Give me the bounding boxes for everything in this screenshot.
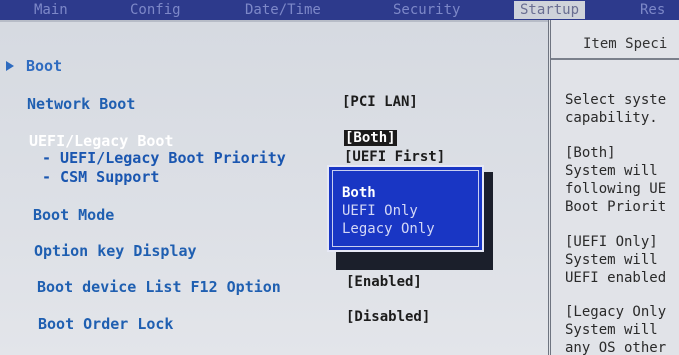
tab-startup[interactable]: Startup bbox=[514, 1, 586, 19]
tab-security[interactable]: Security bbox=[393, 1, 460, 19]
help-line: System will bbox=[565, 252, 658, 268]
boot-order-lock-value[interactable]: [Disabled] bbox=[346, 309, 430, 325]
network-boot-value[interactable]: [PCI LAN] bbox=[342, 94, 418, 110]
boot-mode-label[interactable]: Boot Mode bbox=[33, 206, 114, 224]
tab-config[interactable]: Config bbox=[130, 1, 181, 19]
help-line: System will bbox=[565, 163, 658, 179]
option-key-display-label[interactable]: Option key Display bbox=[34, 242, 197, 260]
help-line: any OS other bbox=[565, 340, 667, 355]
boot-order-lock-label[interactable]: Boot Order Lock bbox=[38, 315, 173, 333]
uefi-legacy-boot-label[interactable]: UEFI/Legacy Boot bbox=[29, 132, 174, 150]
help-line: [Both] bbox=[565, 145, 616, 161]
help-line: following UE bbox=[565, 181, 667, 197]
help-line: Select syste bbox=[565, 92, 667, 108]
menu-tab-bar: Main Config Date/Time Security Startup R… bbox=[0, 0, 679, 20]
tab-date-time[interactable]: Date/Time bbox=[245, 1, 321, 19]
item-help-panel: Item Speci Select syste capability. [Bot… bbox=[548, 20, 679, 355]
help-line: UEFI enabled bbox=[565, 270, 667, 286]
help-line: System will bbox=[565, 322, 658, 338]
help-line: Boot Priorit bbox=[565, 199, 667, 215]
popup-option-both[interactable]: Both bbox=[342, 185, 376, 201]
help-title: Item Speci bbox=[583, 36, 668, 52]
boot-device-list-f12-value[interactable]: [Enabled] bbox=[346, 274, 422, 290]
help-header: Item Speci bbox=[551, 30, 679, 60]
tab-main[interactable]: Main bbox=[34, 1, 68, 19]
boot-expand-arrow-icon[interactable] bbox=[6, 61, 14, 71]
csm-support-label[interactable]: - CSM Support bbox=[42, 168, 159, 186]
boot-device-list-f12-label[interactable]: Boot device List F12 Option bbox=[37, 278, 281, 296]
help-line: [Legacy Only bbox=[565, 304, 667, 320]
tab-restart[interactable]: Res bbox=[640, 1, 665, 19]
uefi-legacy-boot-priority-value[interactable]: [UEFI First] bbox=[344, 149, 445, 165]
popup-option-legacy-only[interactable]: Legacy Only bbox=[342, 221, 435, 237]
popup-option-uefi-only[interactable]: UEFI Only bbox=[342, 203, 418, 219]
network-boot-label[interactable]: Network Boot bbox=[27, 95, 135, 113]
help-line: capability. bbox=[565, 110, 658, 126]
help-line: [UEFI Only] bbox=[565, 234, 658, 250]
boot-section-label[interactable]: Boot bbox=[26, 57, 62, 75]
uefi-legacy-boot-priority-label[interactable]: - UEFI/Legacy Boot Priority bbox=[42, 149, 286, 167]
option-popup: Both UEFI Only Legacy Only bbox=[327, 165, 484, 252]
uefi-legacy-boot-value[interactable]: [Both] bbox=[344, 130, 397, 146]
